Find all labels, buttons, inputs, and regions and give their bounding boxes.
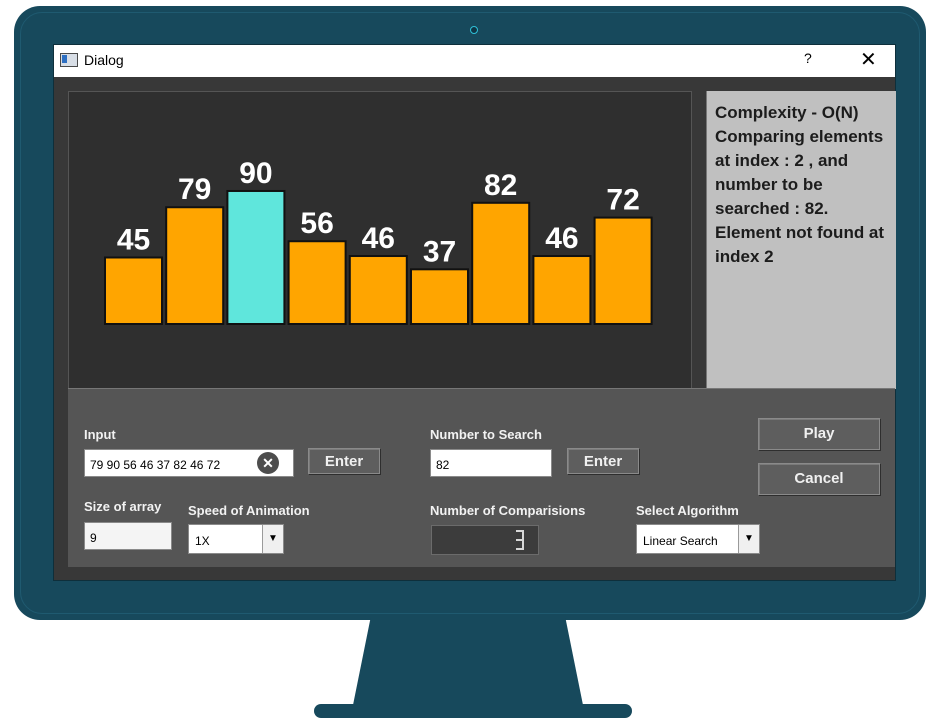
bar-7 xyxy=(532,255,592,325)
algorithm-dropdown-icon[interactable]: ▼ xyxy=(738,525,759,553)
lcd-digit-3 xyxy=(516,530,524,550)
bar-label-6: 82 xyxy=(484,169,517,202)
bar-3 xyxy=(287,240,347,325)
bar-0 xyxy=(104,256,163,326)
info-panel: Complexity - O(N) Comparing elements at … xyxy=(706,91,896,389)
title-bar: Dialog ? ✕ xyxy=(54,45,895,77)
array-input-value: 79 90 56 46 37 82 46 72 xyxy=(90,458,221,472)
speed-label: Speed of Animation xyxy=(188,503,310,518)
close-button[interactable]: ✕ xyxy=(860,47,877,72)
size-value: 9 xyxy=(90,531,97,545)
algorithm-value: Linear Search xyxy=(643,534,718,548)
bar-label-4: 46 xyxy=(362,222,395,255)
bar-6 xyxy=(471,201,531,325)
bar-1 xyxy=(165,206,225,325)
play-button[interactable]: Play xyxy=(758,418,880,450)
dialog-window: Dialog ? ✕ 45 79 90 56 46 37 82 46 72 Complexity… xyxy=(53,44,896,581)
size-label: Size of array xyxy=(84,499,162,514)
webcam-icon xyxy=(470,26,478,34)
visualization-canvas: 45 79 90 56 46 37 82 46 72 xyxy=(68,91,692,389)
help-button[interactable]: ? xyxy=(804,50,812,66)
clear-input-icon[interactable]: ✕ xyxy=(257,452,279,474)
bar-4 xyxy=(348,255,408,325)
monitor-stand xyxy=(352,618,584,710)
bar-label-0: 45 xyxy=(117,223,150,256)
bar-8 xyxy=(593,216,653,325)
window-app-icon xyxy=(60,53,78,67)
search-number-field[interactable]: 82 xyxy=(430,449,552,477)
speed-value: 1X xyxy=(195,534,210,548)
comparisons-label: Number of Comparisions xyxy=(430,503,586,518)
bar-label-5: 37 xyxy=(423,235,456,268)
bar-label-3: 56 xyxy=(300,207,333,240)
input-enter-button[interactable]: Enter xyxy=(308,448,380,474)
search-number-value: 82 xyxy=(436,458,450,472)
monitor-base xyxy=(314,704,632,718)
search-enter-button[interactable]: Enter xyxy=(567,448,639,474)
bar-5 xyxy=(410,268,469,325)
bar-2 xyxy=(226,189,286,326)
input-label: Input xyxy=(84,427,116,442)
search-label: Number to Search xyxy=(430,427,542,442)
speed-select[interactable]: 1X ▼ xyxy=(188,524,284,554)
algorithm-select[interactable]: Linear Search ▼ xyxy=(636,524,760,554)
bar-label-8: 72 xyxy=(606,184,639,217)
speed-dropdown-icon[interactable]: ▼ xyxy=(262,525,283,553)
controls-panel: Input 79 90 56 46 37 82 46 72 ✕ Enter Nu… xyxy=(68,388,895,567)
bar-label-1: 79 xyxy=(178,173,211,206)
bar-label-7: 46 xyxy=(545,222,578,255)
cancel-button[interactable]: Cancel xyxy=(758,463,880,495)
complexity-status-text: Complexity - O(N) Comparing elements at … xyxy=(715,103,885,266)
bar-visualization: 45 79 90 56 46 37 82 46 72 xyxy=(104,157,653,326)
algorithm-label: Select Algorithm xyxy=(636,503,739,518)
bar-label-2: 90 xyxy=(239,157,272,190)
comparisons-counter xyxy=(431,525,539,555)
size-field[interactable]: 9 xyxy=(84,522,172,550)
window-title: Dialog xyxy=(84,52,124,68)
